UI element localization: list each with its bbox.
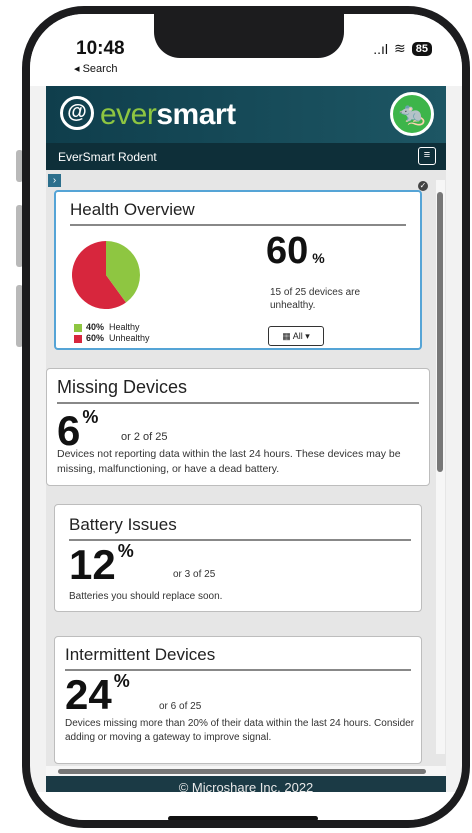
intermittent-devices-title: Intermittent Devices — [65, 645, 411, 671]
hamburger-menu-button[interactable]: ≡ — [418, 147, 436, 165]
logo-bold: smart — [156, 98, 236, 131]
legend-value-healthy: 40% — [86, 322, 105, 332]
caret-down-icon: ▾ — [305, 331, 310, 341]
battery-description: Batteries you should replace soon. — [69, 591, 223, 602]
eversmart-logo: eversmart — [100, 98, 236, 132]
calendar-icon: ▦ — [282, 331, 291, 341]
pie-legend: 40% Healthy 60% Unhealthy — [74, 322, 150, 344]
rodent-icon[interactable]: 🐀 — [390, 92, 434, 136]
intermittent-devices-card[interactable]: Intermittent Devices 24% or 6 of 25 Devi… — [54, 636, 422, 764]
filter-dropdown[interactable]: ▦ All ▾ — [268, 326, 324, 346]
legend-item-healthy: 40% Healthy — [74, 322, 150, 333]
health-percent: 60% — [266, 230, 325, 273]
battery-icon: 85 — [411, 41, 432, 56]
battery-percent-sign: % — [117, 541, 134, 561]
notch — [154, 14, 344, 58]
intermittent-description: Devices missing more than 20% of their d… — [65, 718, 415, 743]
vertical-scroll-thumb[interactable] — [437, 192, 443, 472]
vertical-scrollbar[interactable] — [436, 180, 445, 754]
legend-label-unhealthy: Unhealthy — [109, 333, 150, 343]
health-description: 15 of 25 devices are unhealthy. — [270, 287, 361, 311]
wifi-icon: ≋ — [394, 40, 406, 56]
phone-screen: 10:48 ◂ Search ..ıl ≋ 85 @ eversmart 🐀 E… — [30, 14, 462, 820]
health-overview-card[interactable]: Health Overview 40% Healthy 60% Unhealth… — [54, 190, 422, 350]
expand-sidebar-button[interactable]: › — [48, 174, 61, 187]
battery-issues-title: Battery Issues — [69, 515, 411, 541]
battery-of-text: or 3 of 25 — [173, 569, 216, 580]
dashboard-content[interactable]: › ✓ Health Overview 40% Healthy 60% Unhe… — [46, 170, 446, 776]
back-to-search-link[interactable]: ◂ Search — [74, 62, 117, 75]
legend-swatch-healthy — [74, 323, 82, 332]
intermittent-percent: 24% — [65, 671, 130, 719]
page-title: EverSmart Rodent — [58, 150, 157, 164]
health-percent-value: 60 — [266, 230, 309, 272]
health-overview-title: Health Overview — [70, 200, 406, 226]
battery-percent: 12% — [69, 541, 134, 589]
health-percent-sign: % — [312, 250, 325, 266]
intermittent-percent-sign: % — [113, 671, 130, 691]
logo-prefix: ever — [100, 98, 157, 131]
app-header: @ eversmart 🐀 — [46, 86, 446, 143]
signal-icon: ..ıl — [373, 40, 389, 57]
filter-label: All — [292, 331, 303, 341]
battery-percent-value: 12 — [69, 541, 116, 588]
legend-label-healthy: Healthy — [109, 322, 140, 332]
intermittent-of-text: or 6 of 25 — [159, 701, 202, 712]
horizontal-scrollbar[interactable] — [46, 766, 446, 776]
status-time: 10:48 — [76, 38, 125, 59]
missing-description: Devices not reporting data within the la… — [57, 448, 401, 475]
battery-issues-card[interactable]: Battery Issues 12% or 3 of 25 Batteries … — [54, 504, 422, 612]
missing-devices-title: Missing Devices — [57, 377, 419, 404]
home-indicator-area — [30, 792, 462, 820]
phone-frame: 10:48 ◂ Search ..ıl ≋ 85 @ eversmart 🐀 E… — [22, 6, 470, 828]
intermittent-percent-value: 24 — [65, 671, 112, 718]
missing-percent-sign: % — [82, 407, 99, 427]
missing-of-text: or 2 of 25 — [121, 431, 168, 443]
home-indicator[interactable] — [168, 816, 318, 820]
health-pie-chart — [71, 241, 140, 309]
status-bar: 10:48 ◂ Search ..ıl ≋ 85 — [30, 14, 462, 86]
eversmart-logo-icon: @ — [60, 96, 94, 130]
legend-value-unhealthy: 60% — [86, 333, 105, 343]
legend-item-unhealthy: 60% Unhealthy — [74, 333, 150, 344]
app-subheader: EverSmart Rodent ≡ — [46, 143, 446, 170]
status-icons: ..ıl ≋ 85 — [373, 40, 432, 57]
legend-swatch-unhealthy — [74, 334, 82, 343]
missing-devices-card[interactable]: Missing Devices 6% or 2 of 25 Devices no… — [46, 368, 430, 486]
copyright-footer: © Microshare Inc. 2022 — [46, 776, 446, 792]
horizontal-scroll-thumb[interactable] — [58, 769, 426, 774]
